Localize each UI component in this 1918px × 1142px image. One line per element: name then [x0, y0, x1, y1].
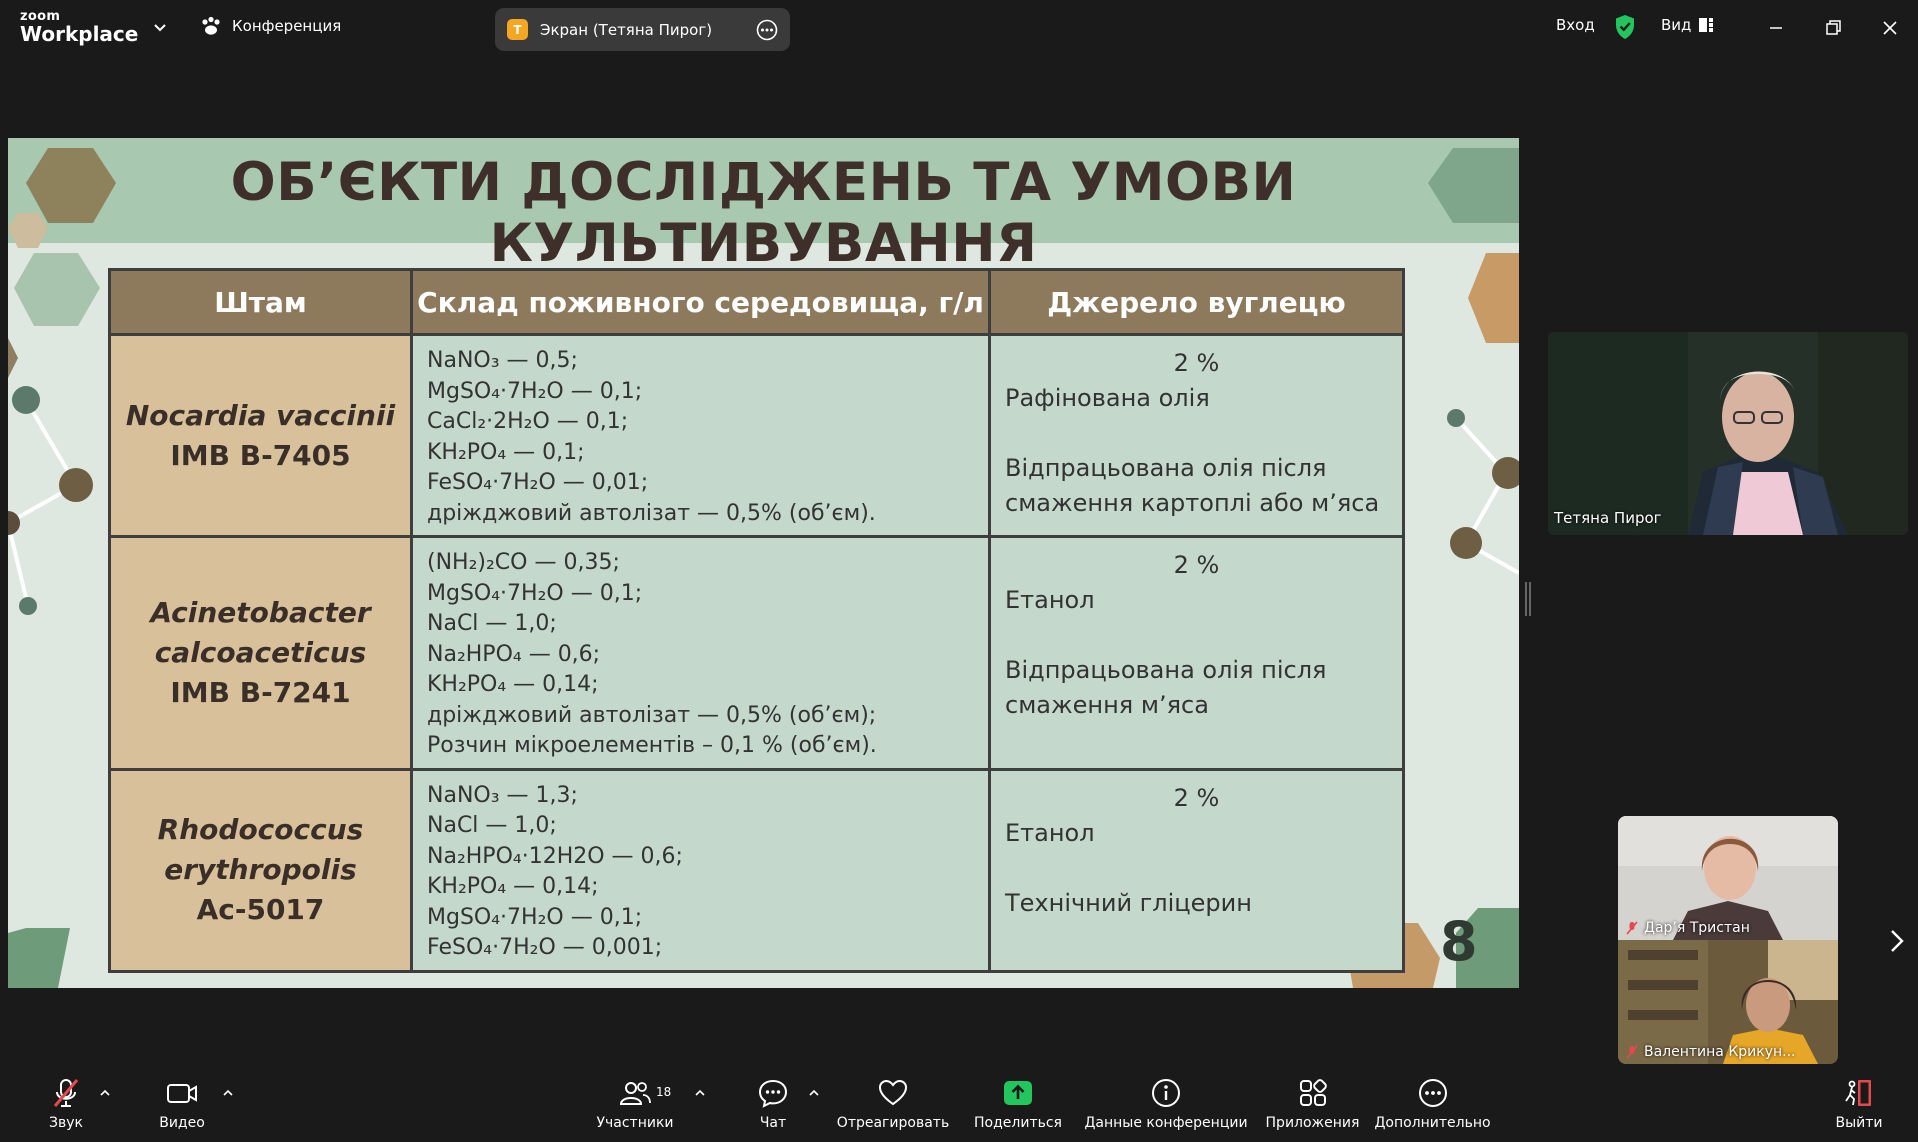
table-row: Nocardia vaccinii IMB B-7405 NaNO₃ — 0,5…: [108, 333, 1405, 538]
participant-tile[interactable]: Дар’я Тристан: [1618, 816, 1838, 940]
participants-icon: [619, 1082, 651, 1105]
more-options-icon: [1418, 1079, 1447, 1107]
column-header-carbon: Джерело вуглецю: [988, 268, 1405, 336]
strain-cell: Rhodococcus erythropolis Ac-5017: [108, 767, 413, 973]
leave-door-icon: [1845, 1080, 1871, 1106]
chevron-right-icon[interactable]: [1886, 926, 1908, 956]
apps-icon: [1299, 1079, 1327, 1106]
zoom-logo: zoom Workplace: [20, 10, 138, 44]
heart-icon: [878, 1079, 908, 1106]
carbon-source-cell: 2 % Рафінована олія Відпрацьована олія п…: [988, 333, 1405, 538]
restore-icon[interactable]: [1819, 14, 1847, 42]
presenter-badge: Т: [507, 19, 528, 40]
chevron-up-icon[interactable]: [98, 1086, 112, 1100]
share-screen-button[interactable]: Поделиться: [973, 1066, 1063, 1142]
chevron-down-icon[interactable]: [150, 18, 170, 38]
audio-button[interactable]: Звук: [40, 1066, 92, 1142]
apps-button[interactable]: Приложения: [1265, 1066, 1360, 1142]
leave-button[interactable]: Выйти: [1834, 1066, 1884, 1142]
medium-cell: NaNO₃ — 1,3; NaCl — 1,0; Na₂HPO₄·12H2O —…: [410, 767, 991, 973]
mic-muted-icon: [1626, 921, 1638, 935]
meeting-label: Конференция: [232, 17, 342, 35]
video-button[interactable]: Видео: [152, 1066, 212, 1142]
carbon-source-cell: 2 % Етанол Технічний гліцерин: [988, 767, 1405, 973]
react-button[interactable]: Отреагировать: [837, 1066, 949, 1142]
minimize-icon[interactable]: [1762, 14, 1790, 42]
logo-product: Workplace: [20, 22, 139, 46]
participant-name: Дар’я Тристан: [1644, 920, 1750, 936]
share-screen-icon: [1004, 1081, 1032, 1105]
participants-button[interactable]: Участники: [590, 1066, 680, 1142]
participant-video-image: [1548, 332, 1908, 535]
paw-icon: [202, 16, 220, 35]
slide-title: ОБ’ЄКТИ ДОСЛІДЖЕНЬ ТА УМОВИ КУЛЬТИВУВАНН…: [230, 152, 1297, 274]
share-title: Экран (Тетяна Пирог): [540, 20, 713, 39]
more-options-icon[interactable]: [756, 19, 778, 41]
chat-button[interactable]: Чат: [753, 1066, 793, 1142]
mic-muted-icon: [1626, 1045, 1638, 1059]
table-header-row: Штам Склад поживного середовища, г/л Дже…: [108, 268, 1405, 336]
meeting-toolbar: Звук Видео Участники 18 Чат Отреагироват…: [0, 1066, 1918, 1142]
participants-count: 18: [656, 1085, 672, 1099]
sign-in-button[interactable]: Вход: [1556, 16, 1595, 34]
mic-muted-icon: [53, 1079, 79, 1107]
info-icon: [1152, 1079, 1180, 1107]
panel-resize-handle[interactable]: [1525, 582, 1531, 616]
screen-share-indicator[interactable]: Т Экран (Тетяна Пирог): [495, 8, 790, 51]
chat-bubble-icon: [758, 1079, 788, 1108]
medium-cell: NaNO₃ — 0,5; MgSO₄·7H₂O — 0,1; CaCl₂·2H₂…: [410, 333, 991, 538]
strains-table: Штам Склад поживного середовища, г/л Дже…: [108, 268, 1405, 973]
view-grid-icon: [1699, 18, 1714, 32]
participant-name: Тетяна Пирог: [1554, 509, 1662, 527]
slide-page-number: 8: [1440, 910, 1478, 973]
participant-name: Валентина Крикун...: [1644, 1044, 1796, 1060]
chevron-up-icon[interactable]: [221, 1086, 235, 1100]
shared-screen-slide: ОБ’ЄКТИ ДОСЛІДЖЕНЬ ТА УМОВИ КУЛЬТИВУВАНН…: [8, 138, 1519, 988]
meeting-menu-button[interactable]: Конференция: [200, 16, 341, 36]
video-camera-icon: [167, 1084, 197, 1103]
column-header-strain: Штам: [108, 268, 413, 336]
meeting-info-button[interactable]: Данные конференции: [1084, 1066, 1248, 1142]
table-row: Rhodococcus erythropolis Ac-5017 NaNO₃ —…: [108, 767, 1405, 973]
participant-video-main[interactable]: Тетяна Пирог: [1548, 332, 1908, 535]
chevron-up-icon[interactable]: [693, 1086, 707, 1100]
shield-check-icon[interactable]: [1614, 14, 1636, 40]
medium-cell: (NH₂)₂CO — 0,35; MgSO₄·7H₂O — 0,1; NaCl …: [410, 535, 991, 771]
participant-tile[interactable]: Валентина Крикун...: [1618, 940, 1838, 1064]
more-button[interactable]: Дополнительно: [1374, 1066, 1491, 1142]
chevron-up-icon[interactable]: [807, 1086, 821, 1100]
participant-thumbnail-strip: Дар’я Тристан Валентина Крикун...: [1618, 816, 1838, 1064]
view-button[interactable]: Вид: [1661, 16, 1714, 34]
column-header-medium: Склад поживного середовища, г/л: [410, 268, 991, 336]
carbon-source-cell: 2 % Етанол Відпрацьована олія після смаж…: [988, 535, 1405, 771]
strain-cell: Acinetobacter calcoaceticus IMB B-7241: [108, 535, 413, 771]
title-bar: zoom Workplace Конференция Т Экран (Тетя…: [0, 0, 1918, 56]
strain-cell: Nocardia vaccinii IMB B-7405: [108, 333, 413, 538]
table-row: Acinetobacter calcoaceticus IMB B-7241 (…: [108, 535, 1405, 771]
close-icon[interactable]: [1876, 14, 1904, 42]
